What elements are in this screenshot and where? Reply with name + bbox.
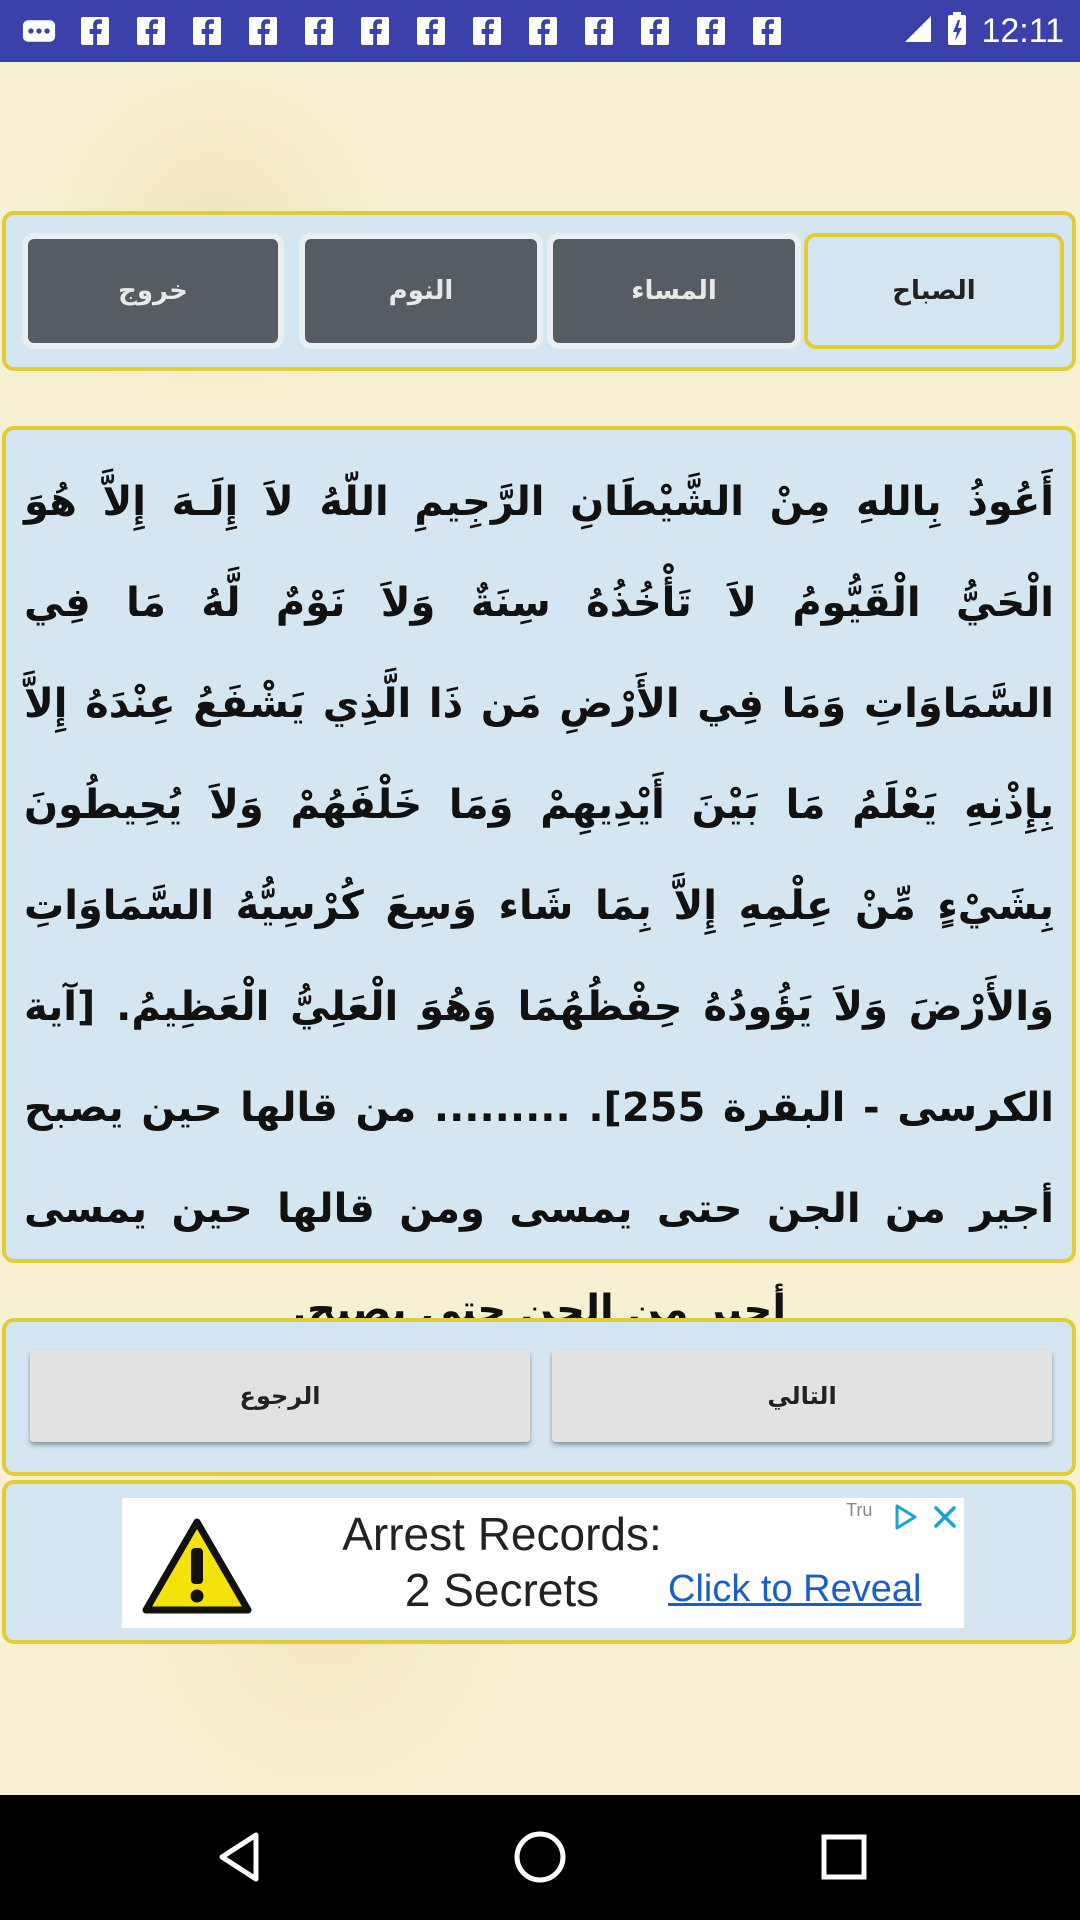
- tab-exit[interactable]: خروج: [22, 233, 284, 349]
- tab-morning[interactable]: الصباح: [804, 233, 1064, 349]
- system-navigation-bar: [0, 1795, 1080, 1920]
- tab-sleep[interactable]: النوم: [299, 233, 543, 349]
- battery-icon: [947, 12, 967, 50]
- facebook-icon: [78, 14, 112, 48]
- warning-icon: [142, 1518, 252, 1618]
- signal-icon: [903, 14, 933, 48]
- tab-morning-label: الصباح: [892, 276, 976, 306]
- facebook-icon: [302, 14, 336, 48]
- facebook-icon: [246, 14, 280, 48]
- tab-sleep-label: النوم: [388, 276, 454, 306]
- tab-evening[interactable]: المساء: [547, 233, 801, 349]
- facebook-icon: [694, 14, 728, 48]
- facebook-icon: [638, 14, 672, 48]
- facebook-icon: [750, 14, 784, 48]
- next-button-label: التالي: [767, 1382, 837, 1410]
- back-button-label: الرجوع: [239, 1382, 321, 1410]
- facebook-icon: [470, 14, 504, 48]
- category-tabs-panel: الصباح المساء النوم خروج: [2, 211, 1076, 371]
- facebook-icon: [190, 14, 224, 48]
- notification-icons: [22, 14, 784, 48]
- ad-banner[interactable]: Arrest Records: 2 Secrets Click to Revea…: [122, 1498, 964, 1628]
- ad-choices-icon[interactable]: [886, 1498, 924, 1536]
- more-notifications-icon: [22, 14, 56, 48]
- next-button[interactable]: التالي: [552, 1350, 1052, 1442]
- facebook-icon: [414, 14, 448, 48]
- ad-headline-line1: Arrest Records:: [342, 1508, 662, 1560]
- ad-panel: Arrest Records: 2 Secrets Click to Revea…: [2, 1480, 1076, 1644]
- ayah-text: أَعُوذُ بِاللهِ مِنْ الشَّيْطَانِ الرَّج…: [24, 479, 1054, 1333]
- system-status: 12:11: [903, 12, 1064, 51]
- dhikr-text-panel: أَعُوذُ بِاللهِ مِنْ الشَّيْطَانِ الرَّج…: [2, 426, 1076, 1333]
- facebook-icon: [134, 14, 168, 48]
- facebook-icon: [526, 14, 560, 48]
- close-icon[interactable]: [926, 1498, 964, 1536]
- clock: 12:11: [981, 11, 1064, 50]
- facebook-icon: [358, 14, 392, 48]
- back-nav-icon[interactable]: [208, 1825, 272, 1889]
- ad-cta-link[interactable]: Click to Reveal: [668, 1568, 921, 1611]
- ad-advertiser-tag: Tru: [846, 1500, 873, 1520]
- tab-exit-label: خروج: [118, 276, 188, 306]
- recents-nav-icon[interactable]: [812, 1825, 876, 1889]
- home-nav-icon[interactable]: [508, 1825, 572, 1889]
- facebook-icon: [582, 14, 616, 48]
- status-bar: 12:11: [0, 0, 1080, 62]
- navigation-panel: التالي الرجوع: [2, 1318, 1076, 1476]
- tab-evening-label: المساء: [631, 276, 717, 306]
- back-button[interactable]: الرجوع: [30, 1350, 530, 1442]
